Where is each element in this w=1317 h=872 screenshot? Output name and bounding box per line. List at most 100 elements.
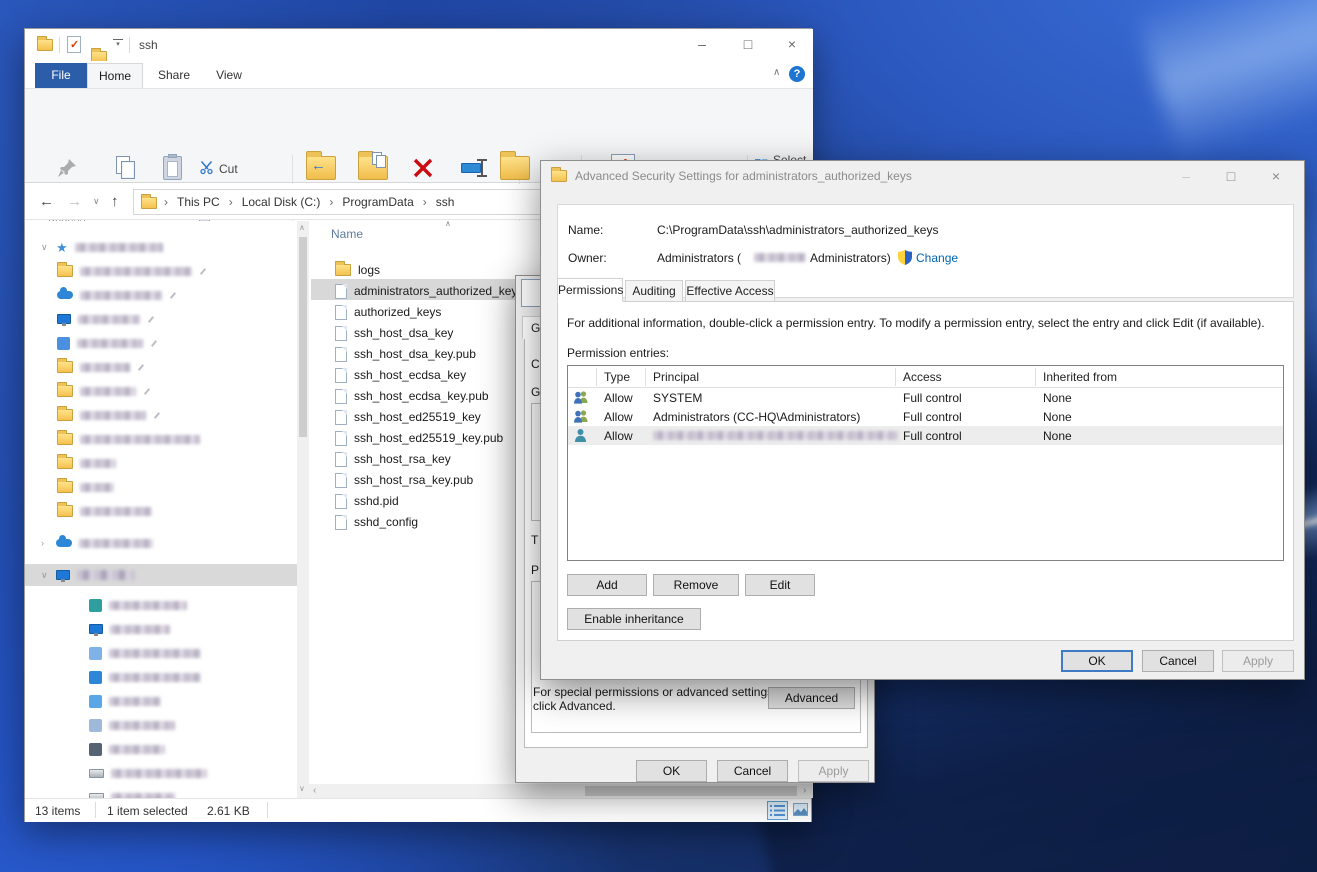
sidebar-item-child[interactable] xyxy=(89,739,165,759)
tab-file[interactable]: File xyxy=(35,63,87,88)
sidebar-item[interactable] xyxy=(57,261,206,281)
dialog-folder-icon xyxy=(551,170,567,182)
disk-icon xyxy=(89,769,104,778)
breadcrumb-this-pc[interactable]: This PC xyxy=(177,195,220,209)
sidebar-item-child[interactable] xyxy=(89,643,201,663)
dialog-maximize-button[interactable]: □ xyxy=(1211,161,1251,191)
sidebar-item-child[interactable] xyxy=(89,715,175,735)
permissions-tab-panel: For additional information, double-click… xyxy=(557,301,1294,641)
tab-share[interactable]: Share xyxy=(147,63,201,88)
qat-customize-icon[interactable]: ▾ xyxy=(113,39,123,50)
file-icon xyxy=(335,515,347,530)
col-type[interactable]: Type xyxy=(604,370,630,384)
sidebar-item[interactable] xyxy=(57,429,200,449)
sidebar-item-child[interactable] xyxy=(89,691,161,711)
ribbon-collapse-icon[interactable]: ∧ xyxy=(773,67,780,78)
advanced-button[interactable]: Advanced xyxy=(768,687,855,709)
tab-home[interactable]: Home xyxy=(87,63,143,89)
breadcrumb-programdata[interactable]: ProgramData xyxy=(342,195,413,209)
cut-button[interactable]: Cut xyxy=(199,159,238,179)
pin-icon xyxy=(147,316,154,323)
sidebar-item-child[interactable] xyxy=(89,619,170,639)
sidebar-item-child[interactable] xyxy=(89,595,187,615)
edge-letter: P xyxy=(531,563,539,577)
permission-row[interactable]: Allow Administrators (CC-HQ\Administrato… xyxy=(568,407,1283,426)
scissors-icon xyxy=(199,160,214,178)
sidebar-item[interactable] xyxy=(57,453,116,473)
folder-icon xyxy=(57,265,73,277)
file-icon xyxy=(335,473,347,488)
column-header-name[interactable]: Name xyxy=(331,227,363,241)
scroll-up-icon[interactable]: ∧ xyxy=(299,223,305,232)
recent-locations-icon[interactable]: ∨ xyxy=(93,196,100,207)
scrollbar-thumb[interactable] xyxy=(299,237,307,437)
selection-size: 2.61 KB xyxy=(207,804,250,818)
edit-entry-button[interactable]: Edit xyxy=(745,574,815,596)
dialog-ok-button[interactable]: OK xyxy=(1061,650,1133,672)
file-icon xyxy=(335,431,347,446)
sidebar-item-this-pc[interactable]: ∨ xyxy=(41,565,135,585)
breadcrumb-local-disk[interactable]: Local Disk (C:) xyxy=(242,195,321,209)
tab-effective-access[interactable]: Effective Access xyxy=(685,280,775,302)
forward-icon[interactable]: → xyxy=(67,193,82,210)
dialog-titlebar: Advanced Security Settings for administr… xyxy=(541,161,1304,191)
dialog-minimize-button[interactable]: – xyxy=(1166,161,1206,191)
col-inherited[interactable]: Inherited from xyxy=(1043,370,1117,384)
close-button[interactable]: × xyxy=(771,29,813,59)
sidebar-item[interactable] xyxy=(57,357,144,377)
sidebar-item[interactable] xyxy=(57,309,154,329)
ok-button[interactable]: OK xyxy=(636,760,707,782)
sidebar-item-quick-access[interactable]: ∨★ xyxy=(41,237,163,257)
scroll-right-icon[interactable]: › xyxy=(803,785,806,796)
group-users-icon xyxy=(573,409,589,426)
sidebar-item-child[interactable] xyxy=(89,667,201,687)
sidebar-item[interactable] xyxy=(57,285,176,305)
dialog-apply-button[interactable]: Apply xyxy=(1222,650,1294,672)
scroll-down-icon[interactable]: ∨ xyxy=(299,784,305,793)
qat-properties-icon[interactable]: ✓ xyxy=(67,36,81,53)
up-icon[interactable]: ↑ xyxy=(111,193,119,210)
sidebar-item[interactable] xyxy=(57,381,150,401)
maximize-button[interactable]: □ xyxy=(727,29,769,59)
col-principal[interactable]: Principal xyxy=(653,370,699,384)
dialog-close-button[interactable]: × xyxy=(1256,161,1296,191)
hscrollbar-thumb[interactable] xyxy=(585,786,797,796)
dialog-cancel-button[interactable]: Cancel xyxy=(1142,650,1214,672)
cancel-button[interactable]: Cancel xyxy=(717,760,788,782)
copy-icon xyxy=(105,153,147,183)
permission-row[interactable]: Allow SYSTEM Full control None xyxy=(568,388,1283,407)
back-icon[interactable]: ← xyxy=(39,193,54,210)
breadcrumb-ssh[interactable]: ssh xyxy=(436,195,455,209)
permission-row-selected[interactable]: Allow Full control None xyxy=(568,426,1283,445)
sidebar-item[interactable] xyxy=(57,501,152,521)
advanced-note: For special permissions or advanced sett… xyxy=(533,685,776,713)
owner-value: Administrators ( xyxy=(657,251,741,265)
help-icon[interactable]: ? xyxy=(789,66,805,82)
add-button[interactable]: Add xyxy=(567,574,647,596)
file-icon xyxy=(335,494,347,509)
minimize-button[interactable]: – xyxy=(681,29,723,59)
apply-button[interactable]: Apply xyxy=(798,760,869,782)
sidebar-item-child[interactable] xyxy=(89,763,207,783)
details-view-button[interactable] xyxy=(767,801,788,820)
tab-view[interactable]: View xyxy=(203,63,255,88)
enable-inheritance-button[interactable]: Enable inheritance xyxy=(567,608,701,630)
edge-letter: C xyxy=(531,357,540,371)
col-access[interactable]: Access xyxy=(903,370,942,384)
change-owner-link[interactable]: Change xyxy=(916,251,958,265)
ribbon-tab-row: File Home Share View ∧ ? xyxy=(25,61,813,88)
sidebar-scrollbar[interactable]: ∧ ∨ xyxy=(297,221,309,798)
sidebar-item-onedrive[interactable]: › xyxy=(41,533,153,553)
tab-permissions[interactable]: Permissions xyxy=(557,278,623,302)
thumbnail-view-button[interactable] xyxy=(791,801,812,820)
scroll-left-icon[interactable]: ‹ xyxy=(313,785,316,796)
remove-button[interactable]: Remove xyxy=(653,574,739,596)
sidebar-item[interactable] xyxy=(57,333,157,353)
sidebar-item[interactable] xyxy=(57,405,160,425)
new-folder-icon xyxy=(489,153,541,183)
tab-auditing[interactable]: Auditing xyxy=(625,280,683,302)
sidebar-item[interactable] xyxy=(57,477,114,497)
window-folder-icon xyxy=(37,39,53,51)
file-list-hscrollbar[interactable]: ‹ › xyxy=(309,784,813,798)
permission-entries-table[interactable]: Type Principal Access Inherited from All… xyxy=(567,365,1284,561)
